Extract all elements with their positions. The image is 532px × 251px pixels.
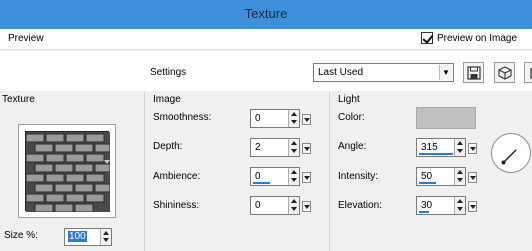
intensity-level-bar <box>419 182 436 184</box>
divider <box>144 92 145 251</box>
randomize-icon <box>498 66 512 80</box>
preview-bar: Preview Preview on Image <box>0 29 532 50</box>
randomize-button[interactable] <box>494 62 515 83</box>
elevation-spinner[interactable] <box>454 197 465 214</box>
preview-on-image-label[interactable]: Preview on Image <box>437 33 517 44</box>
angle-label: Angle: <box>338 141 367 152</box>
size-input[interactable]: 100 <box>64 228 112 246</box>
intensity-input[interactable]: 50 <box>416 167 477 186</box>
divider <box>329 92 330 251</box>
ambience-value: 0 <box>255 171 261 182</box>
smoothness-slider-dropdown-icon[interactable] <box>302 114 311 125</box>
size-spinner[interactable] <box>100 229 111 245</box>
preview-on-image-checkbox[interactable] <box>421 32 433 44</box>
shininess-spinner[interactable] <box>288 197 299 214</box>
save-icon <box>467 66 481 80</box>
ambience-input[interactable]: 0 <box>250 167 311 186</box>
intensity-label: Intensity: <box>338 171 379 182</box>
shininess-slider-dropdown-icon[interactable] <box>302 201 311 212</box>
preset-dropdown[interactable]: Last Used ▼ <box>313 63 454 82</box>
save-preset-button[interactable] <box>463 62 484 83</box>
elevation-input[interactable]: 30 <box>416 196 477 215</box>
angle-slider-dropdown-icon[interactable] <box>468 143 477 154</box>
elevation-level-bar <box>419 211 429 213</box>
size-value: 100 <box>68 231 87 242</box>
elevation-value: 30 <box>421 200 433 211</box>
texture-swatch[interactable] <box>18 124 116 218</box>
texture-section-title: Texture <box>2 94 35 105</box>
shininess-label: Shininess: <box>153 200 200 211</box>
depth-input[interactable]: 2 <box>250 138 311 157</box>
depth-spinner[interactable] <box>288 139 299 156</box>
angle-dial-knob <box>501 160 506 165</box>
angle-input[interactable]: 315 <box>416 138 477 157</box>
angle-spinner[interactable] <box>454 139 465 156</box>
shininess-value: 0 <box>255 200 261 211</box>
image-section-title: Image <box>153 94 181 105</box>
ambience-label: Ambience: <box>153 171 201 182</box>
preview-toggle-label[interactable]: Preview <box>8 33 44 44</box>
settings-label: Settings <box>150 67 187 78</box>
dropdown-arrow-icon[interactable]: ▼ <box>439 65 452 80</box>
smoothness-value: 0 <box>255 113 261 124</box>
size-label: Size %: <box>4 230 38 241</box>
texture-scroll-arrow-icon[interactable] <box>104 160 110 164</box>
window-title: Texture <box>244 6 288 21</box>
light-color-swatch[interactable] <box>416 107 476 129</box>
angle-value: 315 <box>421 142 438 153</box>
ambience-level-bar <box>253 182 270 184</box>
intensity-value: 50 <box>421 171 433 182</box>
reset-button[interactable] <box>524 62 532 83</box>
angle-level-bar <box>419 153 453 155</box>
intensity-spinner[interactable] <box>454 168 465 185</box>
preset-value: Last Used <box>318 67 364 78</box>
intensity-slider-dropdown-icon[interactable] <box>468 172 477 183</box>
title-bar: Texture <box>0 0 532 29</box>
brick-texture-thumbnail <box>25 131 111 213</box>
angle-dial[interactable] <box>491 133 531 173</box>
depth-slider-dropdown-icon[interactable] <box>302 143 311 154</box>
reset-icon <box>530 68 532 79</box>
depth-label: Depth: <box>153 141 183 152</box>
angle-dial-needle <box>503 149 517 163</box>
elevation-label: Elevation: <box>338 200 382 211</box>
shininess-input[interactable]: 0 <box>250 196 311 215</box>
ambience-spinner[interactable] <box>288 168 299 185</box>
ambience-slider-dropdown-icon[interactable] <box>302 172 311 183</box>
elevation-slider-dropdown-icon[interactable] <box>468 201 477 212</box>
smoothness-spinner[interactable] <box>288 110 299 127</box>
color-label: Color: <box>338 112 365 123</box>
smoothness-label: Smoothness: <box>153 112 212 123</box>
light-section-title: Light <box>338 94 360 105</box>
smoothness-input[interactable]: 0 <box>250 109 311 128</box>
depth-value: 2 <box>255 142 261 153</box>
settings-bar: Settings Last Used ▼ <box>0 51 532 91</box>
